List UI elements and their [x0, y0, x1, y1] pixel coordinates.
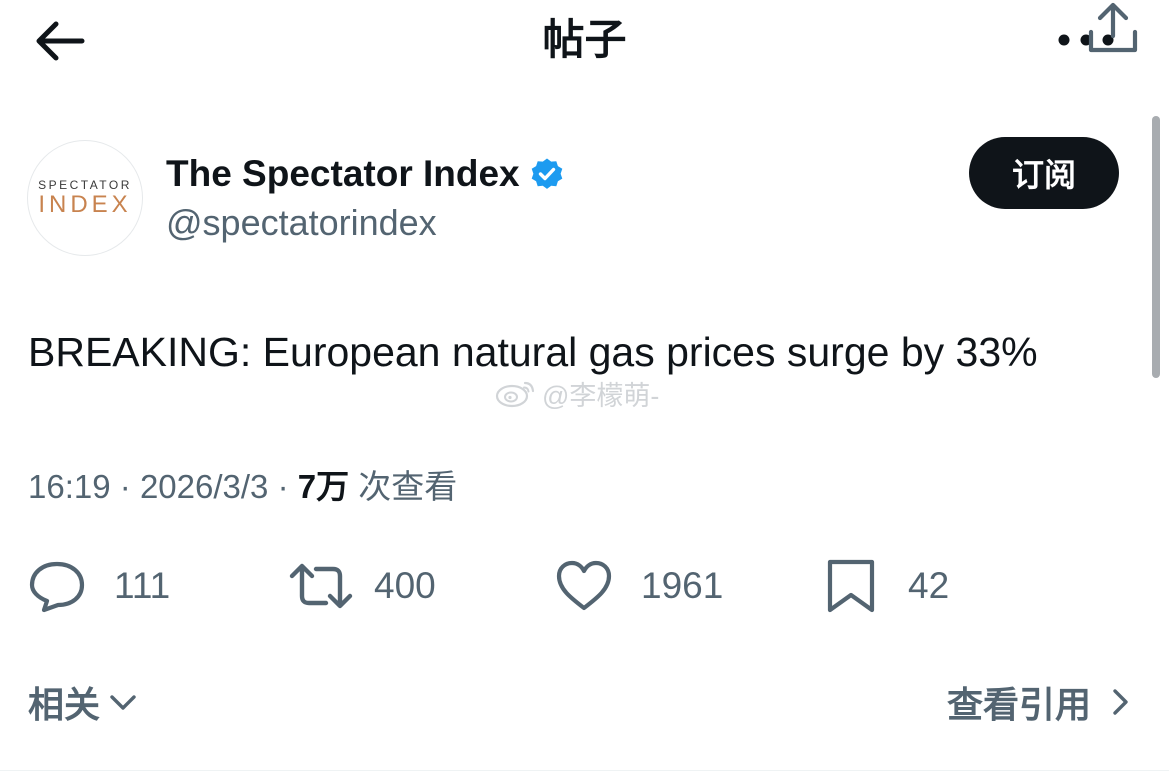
- watermark: @李檬萌-: [494, 378, 659, 411]
- divider: [0, 770, 1169, 771]
- retweet-action[interactable]: 400: [288, 558, 436, 614]
- avatar-logo-line2: INDEX: [38, 191, 132, 218]
- tweet-time: 16:19: [28, 468, 111, 505]
- retweet-count: 400: [374, 565, 436, 606]
- like-count: 1961: [641, 565, 724, 606]
- bookmark-count: 42: [908, 565, 950, 606]
- retweet-icon[interactable]: [288, 558, 353, 614]
- tweet-text: BREAKING: European natural gas prices su…: [28, 329, 1038, 375]
- reply-icon[interactable]: [28, 558, 86, 614]
- meta-separator: ·: [119, 468, 131, 505]
- weibo-icon: [494, 378, 538, 408]
- heart-icon[interactable]: [555, 558, 613, 614]
- bookmark-action[interactable]: 42: [822, 558, 949, 614]
- like-action[interactable]: 1961: [555, 558, 723, 614]
- tweet-date: 2026/3/3: [139, 468, 269, 505]
- chevron-down-icon: [106, 688, 140, 716]
- author-handle[interactable]: @spectatorindex: [166, 200, 437, 246]
- share-icon[interactable]: [1085, 0, 1141, 56]
- avatar-logo-line1: SPECTATOR: [38, 178, 132, 192]
- watermark-text: @李檬萌-: [542, 380, 660, 411]
- views-count[interactable]: 7万: [298, 468, 349, 505]
- avatar[interactable]: SPECTATOR INDEX: [27, 140, 143, 256]
- view-quotes-link[interactable]: 查看引用: [947, 676, 1133, 728]
- verified-badge-icon: [530, 157, 564, 191]
- view-quotes-label: 查看引用: [946, 684, 1091, 725]
- bookmark-icon[interactable]: [822, 558, 880, 614]
- related-label: 相关: [28, 684, 101, 725]
- subscribe-button[interactable]: 订阅: [969, 137, 1119, 209]
- author-name[interactable]: The Spectator Index: [166, 150, 520, 198]
- meta-separator: ·: [277, 468, 289, 505]
- author-name-row[interactable]: The Spectator Index: [166, 150, 564, 198]
- related-toggle[interactable]: 相关: [28, 676, 140, 728]
- chevron-right-icon: [1109, 684, 1133, 720]
- page-title: 帖子: [542, 16, 627, 63]
- scrollbar[interactable]: [1152, 116, 1160, 378]
- reply-count: 111: [114, 565, 171, 606]
- reply-action[interactable]: 111: [28, 558, 170, 614]
- tweet-meta: 16:19 · 2026/3/3 · 7万 次查看: [28, 463, 457, 511]
- views-label: 次查看: [358, 468, 458, 505]
